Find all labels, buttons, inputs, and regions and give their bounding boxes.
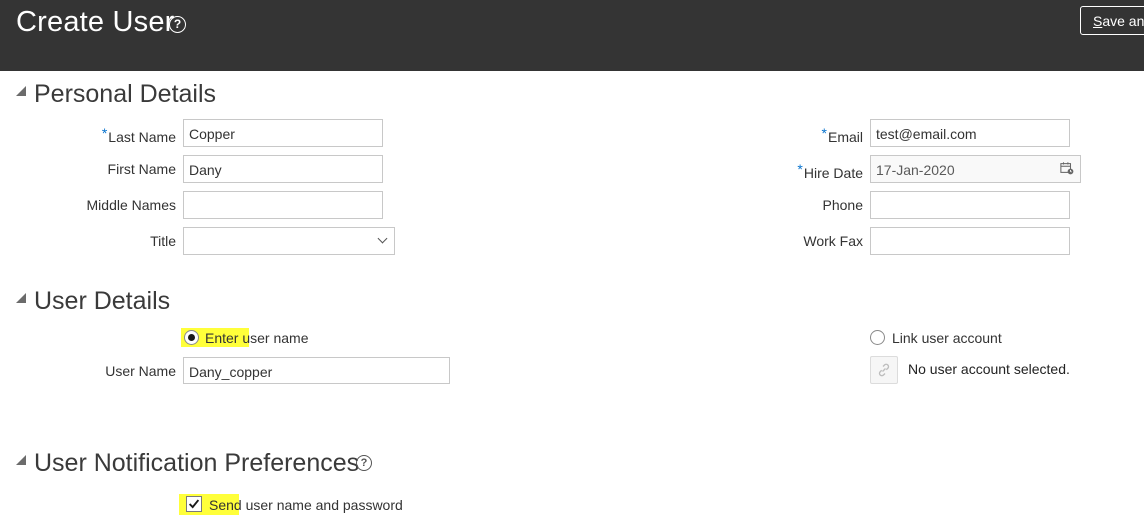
- chevron-down-icon: [377, 233, 388, 244]
- send-credentials-label[interactable]: Send user name and password: [209, 497, 403, 513]
- page-title: Create User: [16, 6, 175, 38]
- save-and-close-button[interactable]: Save and: [1080, 6, 1144, 35]
- work-fax-label: Work Fax: [803, 233, 863, 249]
- page-header: Create User ? Save and: [0, 0, 1144, 71]
- link-user-account-label[interactable]: Link user account: [892, 330, 1002, 346]
- user-details-collapse-icon[interactable]: [16, 293, 26, 303]
- no-account-selected-text: No user account selected.: [908, 361, 1070, 377]
- last-name-label: *Last Name: [101, 125, 176, 145]
- phone-field[interactable]: [870, 191, 1070, 219]
- hire-date-field[interactable]: 17-Jan-2020: [870, 155, 1081, 183]
- first-name-label: First Name: [107, 161, 176, 177]
- work-fax-field[interactable]: [870, 227, 1070, 255]
- enter-user-name-radio[interactable]: [184, 330, 199, 345]
- link-icon: [878, 363, 890, 377]
- link-account-button[interactable]: [870, 356, 898, 384]
- help-icon[interactable]: ?: [169, 16, 186, 33]
- user-name-label: User Name: [105, 363, 176, 379]
- required-indicator: *: [821, 125, 827, 141]
- title-label: Title: [150, 233, 176, 249]
- save-button-label: ave and: [1102, 13, 1144, 29]
- notification-prefs-collapse-icon[interactable]: [16, 455, 26, 465]
- user-details-title: User Details: [34, 287, 171, 315]
- last-name-field[interactable]: Copper: [183, 119, 383, 147]
- personal-details-collapse-icon[interactable]: [16, 86, 26, 96]
- link-user-account-radio[interactable]: [870, 330, 885, 345]
- first-name-field[interactable]: Dany: [183, 155, 383, 183]
- required-indicator: *: [101, 125, 108, 141]
- hire-date-value: 17-Jan-2020: [876, 162, 955, 178]
- phone-label: Phone: [822, 197, 863, 213]
- save-button-mnemonic: S: [1093, 13, 1103, 29]
- personal-details-title: Personal Details: [34, 80, 217, 108]
- email-field[interactable]: test@email.com: [870, 119, 1070, 147]
- help-icon[interactable]: ?: [356, 455, 372, 471]
- user-name-field[interactable]: Dany_copper: [183, 357, 450, 384]
- title-select[interactable]: [183, 227, 395, 255]
- hire-date-label: *Hire Date: [797, 161, 863, 181]
- middle-names-label: Middle Names: [86, 197, 176, 213]
- email-label: *Email: [821, 125, 863, 145]
- radio-selected-dot: [188, 334, 195, 341]
- notification-prefs-title: User Notification Preferences: [34, 449, 360, 477]
- required-indicator: *: [797, 161, 803, 177]
- send-credentials-checkbox[interactable]: [186, 496, 202, 512]
- calendar-icon[interactable]: [1060, 161, 1074, 175]
- checkmark-icon: [188, 499, 200, 509]
- middle-names-field[interactable]: [183, 191, 383, 219]
- enter-user-name-label[interactable]: Enter user name: [205, 330, 309, 346]
